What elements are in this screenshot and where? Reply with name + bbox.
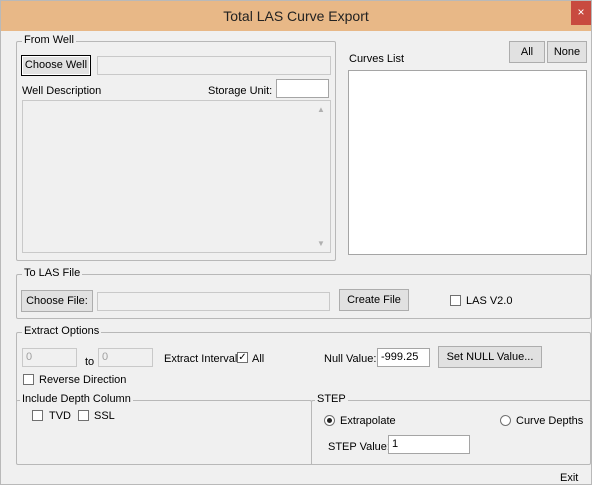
file-path-field[interactable] <box>97 292 330 311</box>
curves-listbox[interactable] <box>348 70 587 255</box>
well-name-field[interactable] <box>97 56 331 75</box>
step-legend: STEP <box>315 393 348 405</box>
ssl-label: SSL <box>94 410 115 422</box>
scroll-down-icon[interactable]: ▼ <box>317 239 325 248</box>
choose-file-button[interactable]: Choose File: <box>21 290 93 312</box>
extrapolate-radio[interactable] <box>324 415 335 426</box>
window-title: Total LAS Curve Export <box>223 8 369 24</box>
las-v2-checkbox[interactable] <box>450 295 461 306</box>
choose-well-button[interactable]: Choose Well <box>21 55 91 76</box>
step-value-field[interactable]: 1 <box>388 435 470 454</box>
las-v2-label: LAS V2.0 <box>466 295 513 307</box>
title-bar: Total LAS Curve Export × <box>1 1 591 31</box>
depth-column-legend: Include Depth Column <box>20 393 133 405</box>
ssl-checkbox[interactable] <box>78 410 89 421</box>
step-value-label: STEP Value: <box>328 441 390 453</box>
exit-button[interactable]: Exit <box>560 472 578 484</box>
reverse-direction-checkbox[interactable] <box>23 374 34 385</box>
null-value-label: Null Value: <box>324 353 377 365</box>
storage-unit-field[interactable] <box>276 79 329 98</box>
tvd-label: TVD <box>49 410 71 422</box>
tvd-checkbox[interactable] <box>32 410 43 421</box>
null-value-field[interactable]: -999.25 <box>377 348 430 367</box>
extrapolate-label: Extrapolate <box>340 415 396 427</box>
from-well-legend: From Well <box>22 34 76 46</box>
well-description-textarea[interactable]: ▲ ▼ <box>22 100 331 253</box>
to-las-legend: To LAS File <box>22 267 83 279</box>
step-group <box>311 400 591 465</box>
well-description-label: Well Description <box>22 85 102 97</box>
storage-unit-label: Storage Unit: <box>208 85 273 97</box>
dialog-window: Total LAS Curve Export × From Well Choos… <box>0 0 592 485</box>
extract-all-checkbox[interactable]: ✓ <box>237 352 248 363</box>
curve-depths-label: Curve Depths <box>516 415 584 427</box>
depth-to-field[interactable]: 0 <box>98 348 153 367</box>
close-icon[interactable]: × <box>571 1 591 25</box>
curve-depths-radio[interactable] <box>500 415 511 426</box>
description-scrollbar[interactable]: ▲ ▼ <box>314 101 330 252</box>
extract-options-legend: Extract Options <box>22 325 102 337</box>
to-label: to <box>85 356 95 368</box>
create-file-button[interactable]: Create File <box>339 289 409 311</box>
extract-all-label: All <box>252 353 265 365</box>
depth-from-field[interactable]: 0 <box>22 348 77 367</box>
scroll-up-icon[interactable]: ▲ <box>317 105 325 114</box>
set-null-value-button[interactable]: Set NULL Value... <box>438 346 542 368</box>
curves-list-label: Curves List <box>349 53 405 65</box>
reverse-direction-label: Reverse Direction <box>39 374 127 386</box>
select-none-button[interactable]: None <box>547 41 587 63</box>
extract-interval-label: Extract Interval: <box>164 353 241 365</box>
select-all-button[interactable]: All <box>509 41 545 63</box>
